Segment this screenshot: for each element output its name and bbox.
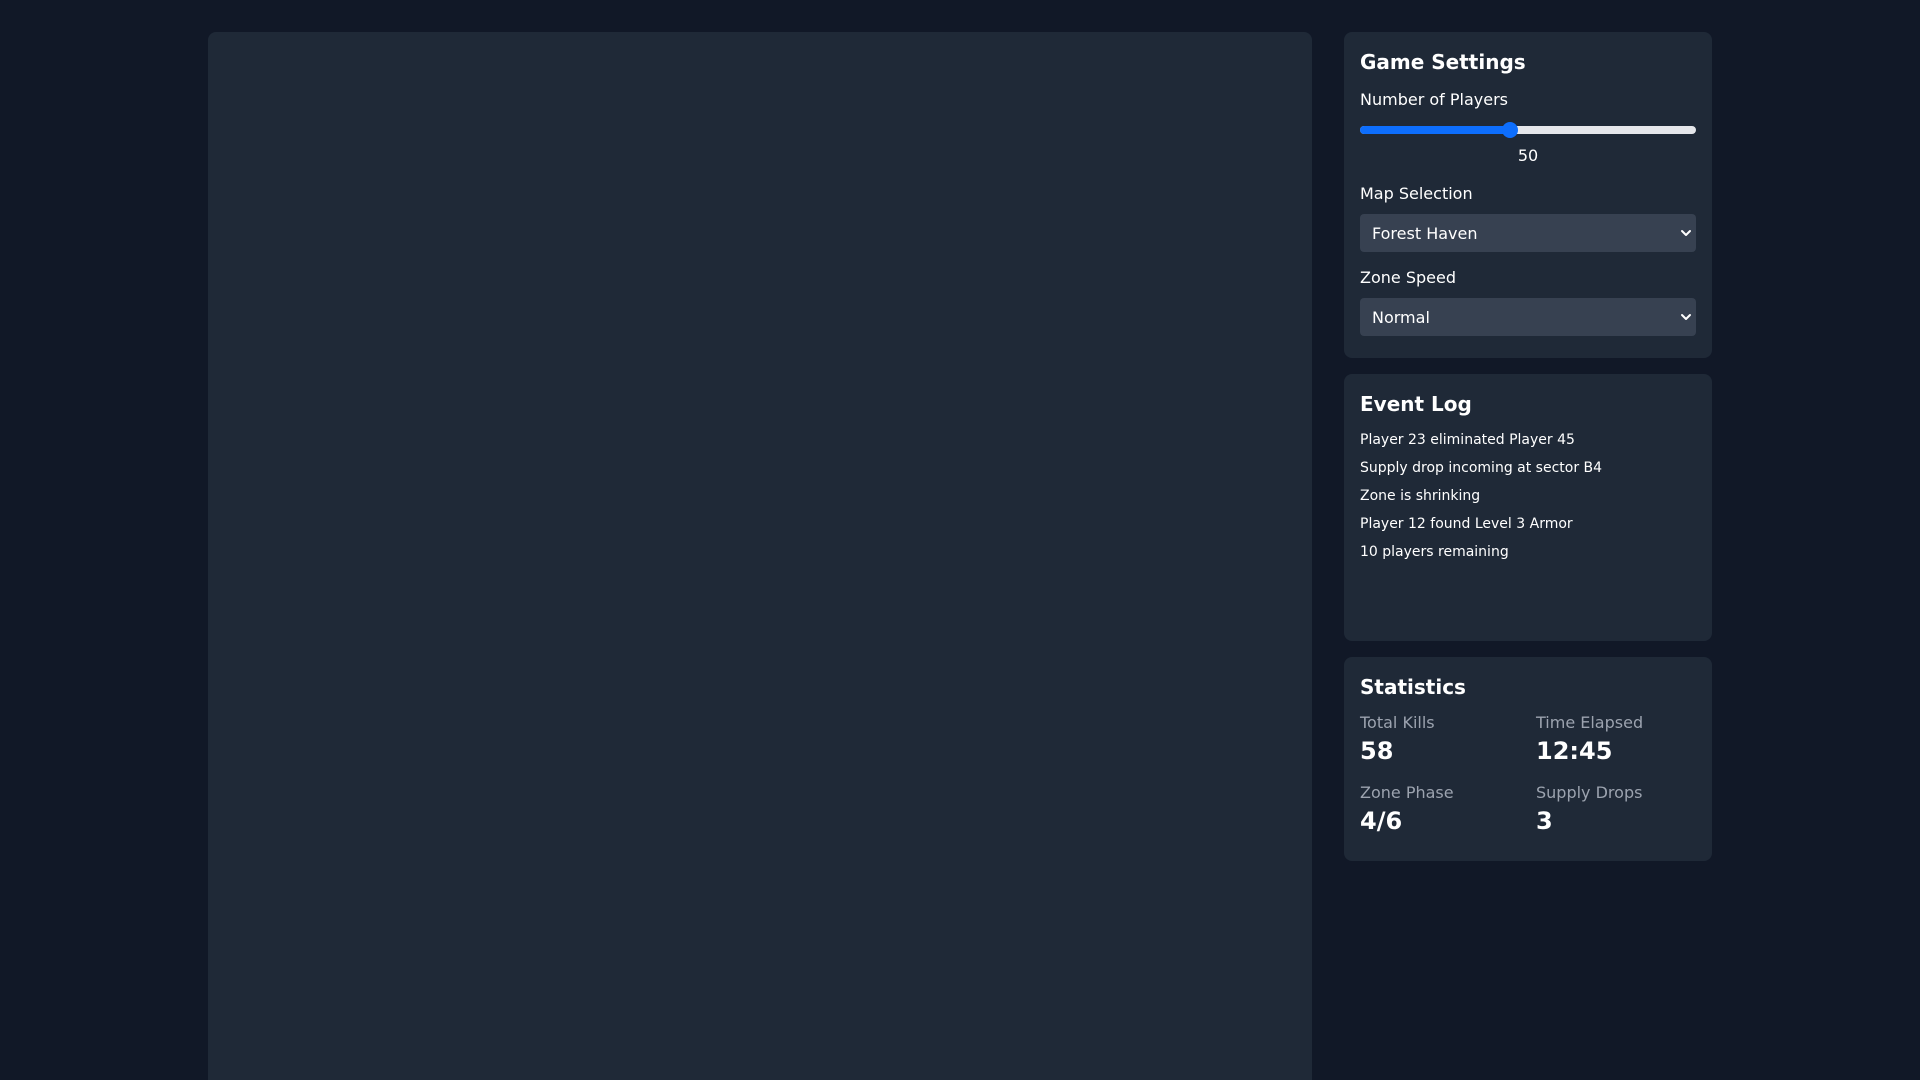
statistics-grid: Total Kills 58 Time Elapsed 12:45 Zone P…	[1360, 713, 1696, 837]
map-selection-label: Map Selection	[1360, 184, 1473, 203]
event-log-title: Event Log	[1360, 392, 1472, 416]
stat-time-elapsed: Time Elapsed 12:45	[1536, 713, 1696, 767]
statistics-panel: Statistics Total Kills 58 Time Elapsed 1…	[1344, 657, 1712, 861]
stat-zone-phase: Zone Phase 4/6	[1360, 783, 1536, 837]
zone-speed-dropdown[interactable]: Normal	[1360, 298, 1696, 336]
log-entry: 10 players remaining	[1360, 544, 1509, 560]
map-selection-value: Forest Haven	[1372, 223, 1478, 243]
players-slider[interactable]	[1360, 118, 1696, 142]
game-canvas[interactable]	[208, 32, 1312, 1080]
stat-value: 58	[1360, 737, 1394, 765]
log-entry: Supply drop incoming at sector B4	[1360, 460, 1603, 476]
map-selection-dropdown[interactable]: Forest Haven	[1360, 214, 1696, 252]
app-layout: Game Settings Number of Players 50 Map S…	[0, 0, 1920, 1080]
stat-value: 12:45	[1536, 737, 1613, 765]
chevron-down-icon	[1681, 314, 1691, 320]
log-entry: Zone is shrinking	[1360, 488, 1481, 504]
stat-supply-drops: Supply Drops 3	[1536, 783, 1696, 837]
slider-fill	[1360, 126, 1511, 134]
stat-label: Time Elapsed	[1536, 713, 1644, 732]
slider-thumb[interactable]	[1502, 122, 1519, 138]
stat-label: Supply Drops	[1536, 783, 1643, 802]
game-settings-panel: Game Settings Number of Players 50 Map S…	[1344, 32, 1712, 358]
sidebar: Game Settings Number of Players 50 Map S…	[1344, 32, 1712, 861]
zone-speed-value: Normal	[1372, 307, 1430, 327]
game-settings-title: Game Settings	[1360, 50, 1526, 74]
zone-speed-label: Zone Speed	[1360, 268, 1456, 287]
stat-label: Zone Phase	[1360, 783, 1454, 802]
log-entry: Player 12 found Level 3 Armor	[1360, 516, 1573, 532]
chevron-down-icon	[1681, 230, 1691, 236]
stat-total-kills: Total Kills 58	[1360, 713, 1536, 767]
players-label: Number of Players	[1360, 90, 1508, 109]
players-value: 50	[1517, 146, 1539, 165]
event-log-list: Player 23 eliminated Player 45 Supply dr…	[1360, 430, 1696, 562]
stat-label: Total Kills	[1360, 713, 1435, 732]
stat-value: 4/6	[1360, 807, 1403, 835]
event-log-panel: Event Log Player 23 eliminated Player 45…	[1344, 374, 1712, 641]
statistics-title: Statistics	[1360, 675, 1466, 699]
log-entry: Player 23 eliminated Player 45	[1360, 432, 1575, 448]
stat-value: 3	[1536, 807, 1553, 835]
